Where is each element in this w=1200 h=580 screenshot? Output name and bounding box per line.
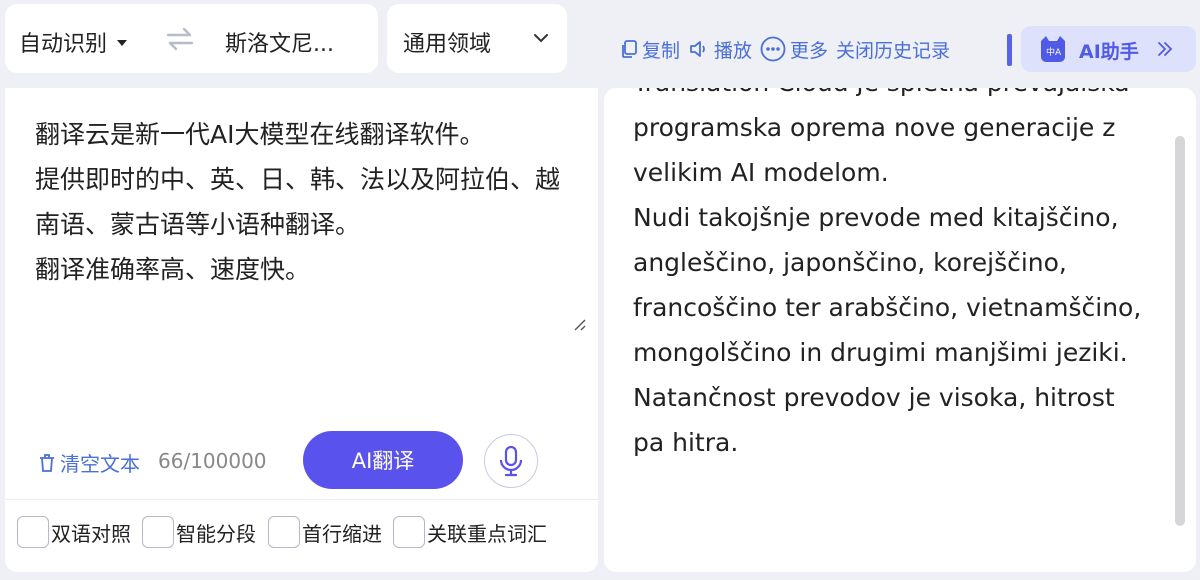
option-label: 关联重点词汇 — [427, 521, 547, 546]
checkbox[interactable] — [17, 516, 49, 548]
option-first-line-indent[interactable]: 首行缩进 — [268, 516, 382, 548]
target-language-dropdown[interactable]: 斯洛文尼... — [225, 26, 334, 58]
option-label: 智能分段 — [176, 521, 256, 546]
result-toolbar: 复制 播放 更多 关闭历史记录 — [620, 30, 958, 68]
svg-text:中A: 中A — [1046, 46, 1062, 58]
option-label: 双语对照 — [51, 521, 131, 546]
caret-down-icon — [117, 40, 128, 46]
play-label: 播放 — [714, 39, 753, 62]
copy-label: 复制 — [642, 39, 681, 62]
ai-assistant-label: AI助手 — [1079, 41, 1139, 63]
clear-text-button[interactable]: 清空文本 — [38, 448, 140, 477]
translation-result-viewport: Translation Cloud je spletna prevajalska… — [604, 88, 1174, 572]
scrollbar-thumb[interactable] — [1175, 136, 1185, 526]
play-button[interactable]: 播放 — [688, 36, 752, 63]
ai-assistant-button[interactable]: 中A AI助手 — [1021, 26, 1196, 72]
swap-icon[interactable] — [165, 26, 195, 52]
checkbox[interactable] — [393, 516, 425, 548]
more-label: 更多 — [790, 39, 829, 62]
copy-button[interactable]: 复制 — [620, 36, 680, 63]
chevron-down-icon — [534, 34, 548, 43]
ai-translate-button[interactable]: AI翻译 — [303, 431, 463, 489]
option-bilingual[interactable]: 双语对照 — [17, 516, 131, 548]
more-button[interactable]: 更多 — [760, 36, 828, 63]
speaker-icon — [690, 41, 705, 57]
resize-handle-icon[interactable] — [571, 316, 587, 332]
option-related-keywords[interactable]: 关联重点词汇 — [393, 516, 547, 548]
copy-icon — [622, 40, 637, 58]
double-chevron-right-icon — [1158, 42, 1173, 56]
close-history-label: 关闭历史记录 — [836, 39, 951, 62]
domain-dropdown[interactable]: 通用领域 — [387, 4, 567, 73]
source-language-label: 自动识别 — [19, 32, 108, 57]
toolbar-divider — [1007, 34, 1012, 66]
clear-text-label: 清空文本 — [60, 452, 140, 476]
source-text-input[interactable]: 翻译云是新一代AI大模型在线翻译软件。 提供即时的中、英、日、韩、法以及阿拉伯、… — [35, 112, 575, 292]
translation-result-text: Translation Cloud je spletna prevajalska… — [633, 88, 1142, 457]
close-history-button[interactable]: 关闭历史记录 — [836, 36, 950, 63]
translation-options: 双语对照 智能分段 首行缩进 关联重点词汇 — [5, 499, 598, 572]
microphone-icon — [499, 445, 523, 477]
language-selector-bar: 自动识别 斯洛文尼... — [5, 4, 378, 73]
character-count: 66/100000 — [158, 449, 267, 473]
option-label: 首行缩进 — [302, 521, 382, 546]
more-dots-icon — [760, 36, 786, 62]
ai-assistant-avatar-icon: 中A — [1041, 36, 1065, 62]
checkbox[interactable] — [142, 516, 174, 548]
source-panel: 翻译云是新一代AI大模型在线翻译软件。 提供即时的中、英、日、韩、法以及阿拉伯、… — [5, 88, 598, 572]
voice-input-button[interactable] — [484, 434, 538, 488]
trash-icon — [40, 453, 54, 472]
domain-label: 通用领域 — [403, 32, 492, 57]
translation-result-panel: Translation Cloud je spletna prevajalska… — [604, 88, 1196, 572]
source-language-dropdown[interactable]: 自动识别 — [19, 26, 128, 58]
option-smart-segmentation[interactable]: 智能分段 — [142, 516, 256, 548]
checkbox[interactable] — [268, 516, 300, 548]
target-language-label: 斯洛文尼... — [225, 32, 334, 57]
